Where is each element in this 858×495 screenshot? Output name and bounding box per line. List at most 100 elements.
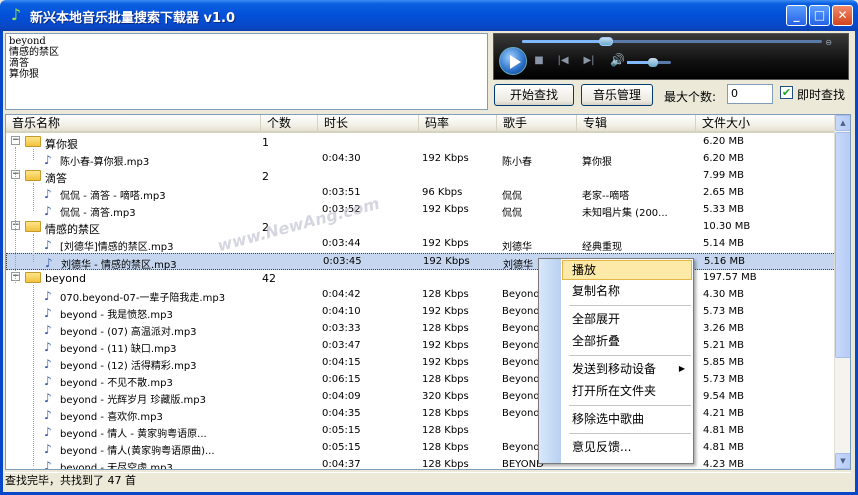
tree-connector-line xyxy=(33,234,34,262)
seek-end-icon: ⊖ xyxy=(825,38,832,47)
song-bitrate: 96 Kbps xyxy=(422,187,463,198)
song-name: beyond - (07) 高温派对.mp3 xyxy=(60,327,197,338)
maximize-button[interactable]: □ xyxy=(809,5,830,26)
max-count-input[interactable]: 0 xyxy=(727,84,773,104)
song-artist: Beyond xyxy=(502,340,540,351)
stop-icon[interactable]: ■ xyxy=(532,54,546,68)
scroll-up-arrow-icon[interactable]: ▲ xyxy=(835,115,850,131)
song-artist: 陈小春 xyxy=(502,157,532,168)
volume-handle[interactable] xyxy=(648,58,659,67)
menu-item-copy-name[interactable]: 复制名称 xyxy=(563,281,691,301)
scroll-thumb[interactable] xyxy=(835,132,850,358)
menu-item-expand-all[interactable]: 全部展开 xyxy=(563,309,691,329)
tree-song-row[interactable]: ♪ beyond - (07) 高温派对.mp3 0:03:33 128 Kbps Be… xyxy=(6,321,836,338)
menu-item-send-to-device[interactable]: 发送到移动设备 ▶ xyxy=(563,359,691,379)
tree-song-row[interactable]: ♪ beyond - 喜欢你.mp3 0:04:35 128 Kbps Beyond 4.… xyxy=(6,406,836,423)
menu-item-open-folder[interactable]: 打开所在文件夹 xyxy=(563,381,691,401)
collapse-toggle-icon[interactable]: − xyxy=(11,136,20,145)
song-album: 算你狠 xyxy=(582,157,612,168)
column-header-count[interactable]: 个数 xyxy=(261,115,318,133)
music-note-icon: ♪ xyxy=(45,256,53,270)
song-name: 陈小春-算你狠.mp3 xyxy=(60,157,150,168)
volume-slider[interactable] xyxy=(627,58,671,67)
menu-separator xyxy=(569,433,691,434)
song-size: 4.81 MB xyxy=(703,425,744,436)
song-bitrate: 128 Kbps xyxy=(422,408,469,419)
music-tree-list[interactable]: 音乐名称 个数 时长 码率 歌手 专辑 文件大小 − 算你狠 1 6.20 MB ♪ 陈小… xyxy=(5,114,851,470)
music-note-icon: ♪ xyxy=(44,459,52,470)
tree-group-row[interactable]: − beyond 42 197.57 MB xyxy=(6,270,836,287)
seek-handle[interactable] xyxy=(599,37,613,46)
menu-item-play[interactable]: 播放 xyxy=(562,260,692,280)
start-search-button[interactable]: 开始查找 xyxy=(494,84,574,106)
tree-song-row[interactable]: ♪ beyond - 情人(黄家驹粤语原曲)... 0:05:15 128 Kbps B… xyxy=(6,440,836,457)
tree-song-row[interactable]: ♪ beyond - 我是愤怒.mp3 0:04:10 192 Kbps Beyond 5… xyxy=(6,304,836,321)
column-header-size[interactable]: 文件大小 xyxy=(696,115,836,133)
minimize-button[interactable]: _ xyxy=(786,5,807,26)
tree-song-row[interactable]: ♪ [刘德华]情感的禁区.mp3 0:03:44 192 Kbps 刘德华 经典重现 5.1… xyxy=(6,236,836,253)
tree-song-row[interactable]: ♪ 刘德华 - 情感的禁区.mp3 0:03:45 192 Kbps 刘德华 5.16 M… xyxy=(6,253,836,271)
query-textarea[interactable]: beyond 情感的禁区 滴答 算你狠 xyxy=(5,33,488,110)
scroll-down-arrow-icon[interactable]: ▼ xyxy=(835,453,850,469)
music-manage-button[interactable]: 音乐管理 xyxy=(581,84,653,106)
column-header-artist[interactable]: 歌手 xyxy=(497,115,577,133)
submenu-arrow-icon: ▶ xyxy=(678,364,685,373)
music-note-icon: ♪ xyxy=(44,442,52,456)
instant-search-checkbox[interactable]: ✔ xyxy=(780,86,793,99)
tree-song-row[interactable]: ♪ beyond - (11) 缺口.mp3 0:03:47 192 Kbps Beyo… xyxy=(6,338,836,355)
menu-separator xyxy=(569,305,691,306)
song-duration: 0:04:42 xyxy=(322,289,361,300)
folder-icon xyxy=(25,136,41,147)
max-count-label: 最大个数: xyxy=(664,90,717,104)
column-header-bitrate[interactable]: 码率 xyxy=(419,115,497,133)
tree-song-row[interactable]: ♪ beyond - 无尽空虚.mp3 0:04:37 128 Kbps BEYOND 4… xyxy=(6,457,836,470)
previous-icon[interactable]: |◀ xyxy=(556,54,570,68)
tree-song-row[interactable]: ♪ beyond - (12) 活得精彩.mp3 0:04:15 192 Kbps Be… xyxy=(6,355,836,372)
tree-song-row[interactable]: ♪ 侃侃 - 滴答.mp3 0:03:52 192 Kbps 侃侃 未知唱片集 (200.… xyxy=(6,202,836,219)
tree-song-row[interactable]: ♪ 陈小春-算你狠.mp3 0:04:30 192 Kbps 陈小春 算你狠 6.20 MB xyxy=(6,151,836,168)
song-duration: 0:04:30 xyxy=(322,153,361,164)
song-duration: 0:03:45 xyxy=(323,256,362,267)
song-size: 6.20 MB xyxy=(703,153,744,164)
column-header-duration[interactable]: 时长 xyxy=(318,115,419,133)
play-icon[interactable] xyxy=(499,47,527,75)
song-name: beyond - 光辉岁月 珍藏版.mp3 xyxy=(60,395,206,406)
song-duration: 0:04:09 xyxy=(322,391,361,402)
song-bitrate: 192 Kbps xyxy=(422,357,469,368)
menu-item-remove-selected[interactable]: 移除选中歌曲 xyxy=(563,409,691,429)
song-size: 4.81 MB xyxy=(703,442,744,453)
title-bar[interactable]: ♪ 新兴本地音乐批量搜索下载器 v1.0 _ □ ✕ xyxy=(0,0,858,31)
song-artist: Beyond xyxy=(502,357,540,368)
vertical-scrollbar[interactable]: ▲ ▼ xyxy=(834,115,850,469)
tree-song-row[interactable]: ♪ beyond - 光辉岁月 珍藏版.mp3 0:04:09 320 Kbps Bey… xyxy=(6,389,836,406)
query-line: beyond xyxy=(9,36,46,47)
tree-song-row[interactable]: ♪ 侃侃 - 滴答 - 嘀嗒.mp3 0:03:51 96 Kbps 侃侃 老家--嘀嗒 2… xyxy=(6,185,836,202)
song-size: 5.16 MB xyxy=(704,256,745,267)
song-artist: 侃侃 xyxy=(502,191,522,202)
tree-group-row[interactable]: − 情感的禁区 2 10.30 MB xyxy=(6,219,836,236)
group-size: 7.99 MB xyxy=(703,170,744,181)
column-header-album[interactable]: 专辑 xyxy=(577,115,696,133)
tree-song-row[interactable]: ♪ 070.beyond-07-一辈子陪我走.mp3 0:04:42 128 Kbps… xyxy=(6,287,836,304)
song-artist: 侃侃 xyxy=(502,208,522,219)
song-size: 5.73 MB xyxy=(703,306,744,317)
tree-group-row[interactable]: − 算你狠 1 6.20 MB xyxy=(6,134,836,151)
tree-song-row[interactable]: ♪ beyond - 情人 - 黄家驹粤语原... 0:05:15 128 Kbps 4… xyxy=(6,423,836,440)
song-size: 2.65 MB xyxy=(703,187,744,198)
column-header-name[interactable]: 音乐名称 xyxy=(6,115,261,133)
tree-group-row[interactable]: − 滴答 2 7.99 MB xyxy=(6,168,836,185)
song-bitrate: 192 Kbps xyxy=(422,340,469,351)
music-note-icon: ♪ xyxy=(44,204,52,218)
song-name: beyond - 喜欢你.mp3 xyxy=(60,412,163,423)
menu-item-feedback[interactable]: 意见反馈... xyxy=(563,437,691,457)
song-size: 5.73 MB xyxy=(703,374,744,385)
seek-bar[interactable] xyxy=(522,37,822,46)
tree-song-row[interactable]: ♪ beyond - 不见不散.mp3 0:06:15 128 Kbps Beyond 5… xyxy=(6,372,836,389)
volume-icon[interactable]: 🔊 xyxy=(610,53,625,67)
close-button[interactable]: ✕ xyxy=(832,5,853,26)
music-note-icon: ♪ xyxy=(44,306,52,320)
next-icon[interactable]: ▶| xyxy=(582,54,596,68)
song-name: beyond - (11) 缺口.mp3 xyxy=(60,344,177,355)
song-bitrate: 320 Kbps xyxy=(422,391,469,402)
menu-item-collapse-all[interactable]: 全部折叠 xyxy=(563,331,691,351)
